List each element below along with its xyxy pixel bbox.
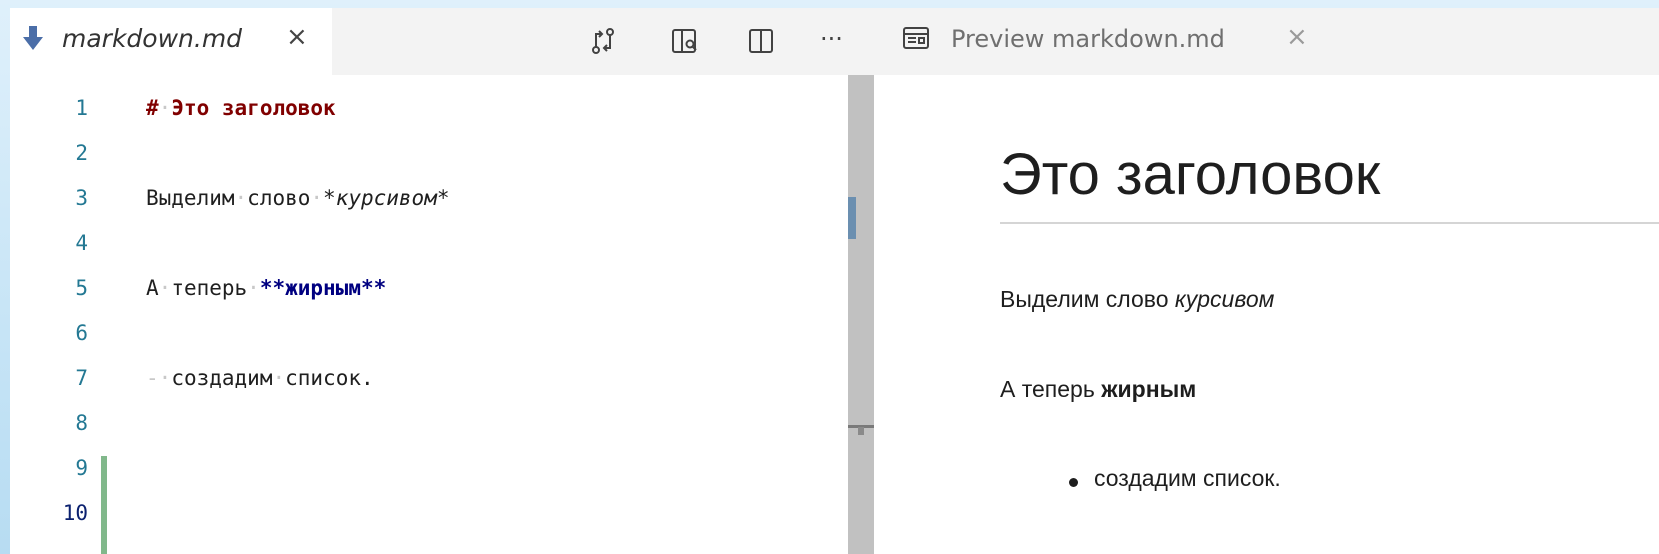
code-line-1: #·Это заголовок xyxy=(146,96,336,120)
code-word: А xyxy=(146,276,159,300)
line-number: 9 xyxy=(75,456,88,480)
line-number: 1 xyxy=(75,96,88,120)
tab-close-icon[interactable]: × xyxy=(286,22,308,52)
paragraph-text: А теперь xyxy=(1000,376,1102,402)
italic-text: курсивом xyxy=(1174,286,1275,312)
code-word: создадим xyxy=(171,366,273,390)
preview-tab-bar: Preview markdown.md × xyxy=(876,8,1659,75)
tab-markdown-md[interactable]: markdown.md × xyxy=(10,8,332,75)
more-actions-icon[interactable]: ··· xyxy=(820,26,850,56)
code-line-5: А·теперь·**жирным** xyxy=(146,276,387,300)
cursor-overview-marker xyxy=(858,427,864,435)
italic-markup: *курсивом* xyxy=(323,186,450,210)
vscode-window: markdown.md × ··· 1 2 3 4 5 6 7 8 9 10 #… xyxy=(10,8,1659,554)
heading-marker: # xyxy=(146,96,159,120)
preview-icon xyxy=(902,26,930,50)
split-editor-icon[interactable] xyxy=(746,26,776,56)
line-number: 2 xyxy=(75,141,88,165)
list-marker: - xyxy=(146,366,159,390)
line-number-gutter: 1 2 3 4 5 6 7 8 9 10 xyxy=(10,75,130,554)
code-word: список. xyxy=(285,366,374,390)
line-number: 3 xyxy=(75,186,88,210)
preview-heading: Это заголовок xyxy=(1000,142,1381,207)
tab-preview-markdown-md[interactable]: Preview markdown.md × xyxy=(876,8,1308,75)
bold-text: жирным xyxy=(1101,376,1197,402)
tab-title: markdown.md xyxy=(62,24,243,53)
code-word: Выделим xyxy=(146,186,235,210)
markdown-file-icon xyxy=(23,26,43,50)
code-word: теперь xyxy=(171,276,248,300)
preview-pane: Preview markdown.md × Это заголовок Выде… xyxy=(876,8,1659,554)
code-word: слово xyxy=(247,186,311,210)
paragraph-text: Выделим слово xyxy=(1000,286,1175,312)
list-item: создадим список. xyxy=(1094,465,1281,491)
preview-tab-title: Preview markdown.md xyxy=(951,25,1225,53)
preview-paragraph-2: А теперь жирным xyxy=(1000,376,1196,403)
git-change-indicator xyxy=(101,456,107,554)
scroll-position-marker xyxy=(848,197,856,239)
code-line-3: Выделим·слово·*курсивом* xyxy=(146,186,450,210)
heading-text: Это заголовок xyxy=(171,96,336,120)
line-number: 8 xyxy=(75,411,88,435)
line-number: 4 xyxy=(75,231,88,255)
line-number: 6 xyxy=(75,321,88,345)
list-bullet xyxy=(1069,478,1078,487)
editor-pane: markdown.md × ··· 1 2 3 4 5 6 7 8 9 10 #… xyxy=(10,8,925,554)
line-number-active: 10 xyxy=(62,501,88,525)
editor-scrollbar[interactable] xyxy=(848,75,874,554)
open-changes-icon[interactable] xyxy=(588,26,618,56)
open-preview-to-side-icon[interactable] xyxy=(670,26,700,56)
preview-paragraph-1: Выделим слово курсивом xyxy=(1000,286,1274,313)
heading-divider xyxy=(1000,222,1659,224)
bold-markup: **жирным** xyxy=(259,276,387,300)
preview-tab-close-icon[interactable]: × xyxy=(1286,22,1308,52)
line-number: 7 xyxy=(75,366,88,390)
code-area[interactable]: #·Это заголовок Выделим·слово·*курсивом*… xyxy=(146,75,846,554)
code-line-7: -·создадим·список. xyxy=(146,366,374,390)
editor-tab-bar: markdown.md × ··· xyxy=(10,8,925,75)
line-number: 5 xyxy=(75,276,88,300)
